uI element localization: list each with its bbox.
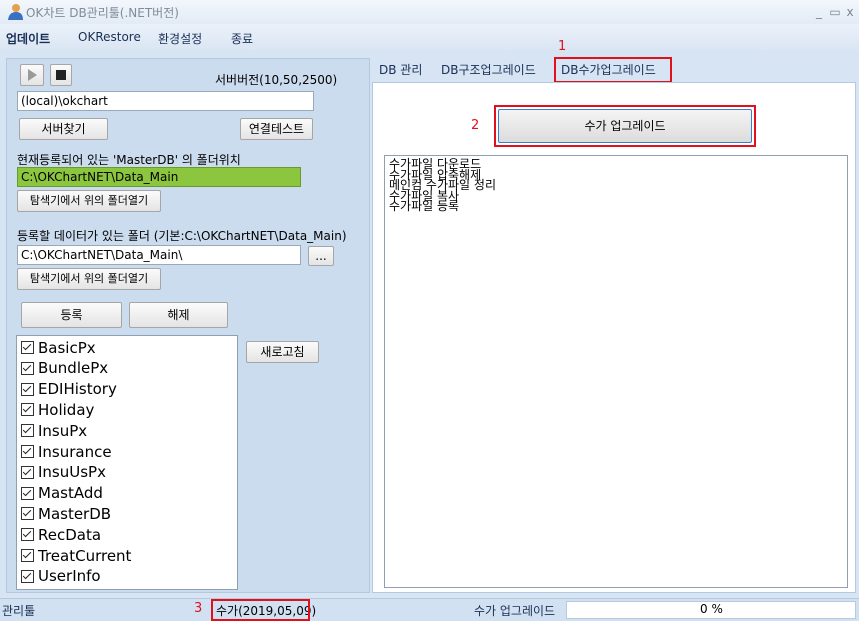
checkbox-checked[interactable] bbox=[21, 528, 34, 542]
list-item-label: BasicPx bbox=[38, 338, 96, 357]
title-bar: OK차트 DB관리툴(.NET버전) _ ▭ x bbox=[0, 0, 859, 24]
status-tool: 관리툴 bbox=[2, 604, 36, 618]
list-item[interactable]: Insurance bbox=[21, 441, 112, 462]
list-item[interactable]: TreatCurrent bbox=[21, 545, 131, 566]
tab-db-manage[interactable]: DB 관리 bbox=[379, 61, 422, 78]
browse-button[interactable]: ... bbox=[308, 246, 334, 266]
checkbox-checked[interactable] bbox=[21, 361, 34, 375]
list-item-label: BundlePx bbox=[38, 359, 109, 378]
maximize-button[interactable]: ▭ bbox=[828, 5, 842, 19]
play-icon bbox=[28, 69, 37, 81]
find-server-button[interactable]: 서버찾기 bbox=[19, 118, 108, 140]
list-item-label: InsuUsPx bbox=[38, 463, 106, 482]
test-connection-button[interactable]: 연결테스트 bbox=[240, 118, 313, 140]
list-item-label: RecData bbox=[38, 525, 102, 544]
list-item[interactable]: MastAdd bbox=[21, 483, 103, 504]
register-button[interactable]: 등록 bbox=[21, 302, 122, 328]
server-input[interactable]: (local)\okchart bbox=[17, 91, 314, 111]
annotation-box-1 bbox=[554, 57, 672, 83]
checkbox-checked[interactable] bbox=[21, 382, 34, 396]
log-list: 수가파일 다운로드 수가파일 압축해제 메인컴 수가파일 정리 수가파일 복사 수가파일… bbox=[384, 155, 848, 588]
refresh-button[interactable]: 새로고침 bbox=[246, 341, 319, 363]
open-explorer-button-1[interactable]: 탐색기에서 위의 폴더열기 bbox=[17, 190, 161, 212]
menu-settings[interactable]: 환경설정 bbox=[158, 30, 202, 47]
close-button[interactable]: x bbox=[843, 5, 857, 19]
checkbox-checked[interactable] bbox=[21, 507, 34, 521]
list-item-label: InsuPx bbox=[38, 421, 88, 440]
checkbox-checked[interactable] bbox=[21, 549, 34, 562]
server-version: 서버버전(10,50,2500) bbox=[215, 73, 338, 87]
status-task: 수가 업그레이드 bbox=[474, 604, 556, 618]
data-folder-label: 등록할 데이터가 있는 폴더 (기본:C:\OKChartNET\Data_Ma… bbox=[17, 229, 347, 243]
checkbox-checked[interactable] bbox=[21, 569, 34, 583]
list-item[interactable]: RecData bbox=[21, 524, 101, 545]
annotation-number-3: 3 bbox=[194, 601, 203, 616]
menu-okrestore[interactable]: OKRestore bbox=[78, 30, 141, 44]
menu-bar: 업데이트 OKRestore 환경설정 종료 bbox=[0, 24, 859, 50]
annotation-number-2: 2 bbox=[471, 118, 480, 133]
list-item[interactable]: EDIHistory bbox=[21, 379, 117, 400]
db-checklist: BasicPx BundlePx EDIHistory Holiday InsuPx In… bbox=[16, 335, 238, 590]
checkbox-checked[interactable] bbox=[21, 465, 34, 479]
checkbox-checked[interactable] bbox=[21, 445, 34, 458]
progress-text: 0 % bbox=[700, 602, 723, 616]
list-item[interactable]: MasterDB bbox=[21, 503, 111, 524]
list-item-label: UserInfo bbox=[38, 567, 101, 586]
list-item[interactable]: InsuUsPx bbox=[21, 462, 106, 483]
list-item[interactable]: UserInfo bbox=[21, 566, 101, 587]
app-person-icon bbox=[8, 4, 23, 20]
list-item-label: MastAdd bbox=[38, 484, 103, 503]
log-line: 수가파일 등록 bbox=[389, 199, 460, 213]
list-item[interactable]: InsuPx bbox=[21, 420, 87, 441]
list-item-label: Holiday bbox=[38, 400, 95, 419]
list-item[interactable]: BasicPx bbox=[21, 337, 96, 358]
stop-icon bbox=[56, 70, 66, 80]
registered-path: C:\OKChartNET\Data_Main bbox=[17, 167, 301, 187]
tab-db-structure-upgrade[interactable]: DB구조업그레이드 bbox=[441, 61, 536, 78]
unregister-button[interactable]: 해제 bbox=[129, 302, 228, 328]
annotation-box-3 bbox=[211, 599, 310, 621]
list-item[interactable]: Holiday bbox=[21, 399, 94, 420]
status-bar: 관리툴 3 수가(2019,05,09) 수가 업그레이드 0 % bbox=[0, 598, 859, 621]
menu-exit[interactable]: 종료 bbox=[231, 30, 253, 47]
registered-folder-label: 현재등록되어 있는 'MasterDB' 의 폴더위치 bbox=[17, 153, 241, 167]
menu-update[interactable]: 업데이트 bbox=[6, 30, 50, 47]
list-item[interactable]: BundlePx bbox=[21, 358, 108, 379]
list-item-label: MasterDB bbox=[38, 504, 112, 523]
list-item-label: EDIHistory bbox=[38, 380, 117, 399]
stop-button[interactable] bbox=[50, 64, 72, 86]
window-title: OK차트 DB관리툴(.NET버전) bbox=[26, 6, 179, 20]
checkbox-checked[interactable] bbox=[21, 486, 34, 500]
checkbox-checked[interactable] bbox=[21, 424, 34, 438]
play-button[interactable] bbox=[20, 64, 44, 86]
checkbox-checked[interactable] bbox=[21, 341, 34, 354]
list-item-label: Insurance bbox=[38, 442, 112, 461]
checkbox-checked[interactable] bbox=[21, 403, 34, 417]
open-explorer-button-2[interactable]: 탐색기에서 위의 폴더열기 bbox=[17, 268, 161, 290]
annotation-box-2 bbox=[494, 105, 756, 147]
list-item-label: TreatCurrent bbox=[38, 546, 132, 565]
minimize-button[interactable]: _ bbox=[812, 5, 826, 19]
annotation-number-1: 1 bbox=[558, 39, 567, 54]
data-folder-input[interactable]: C:\OKChartNET\Data_Main\ bbox=[17, 245, 301, 265]
